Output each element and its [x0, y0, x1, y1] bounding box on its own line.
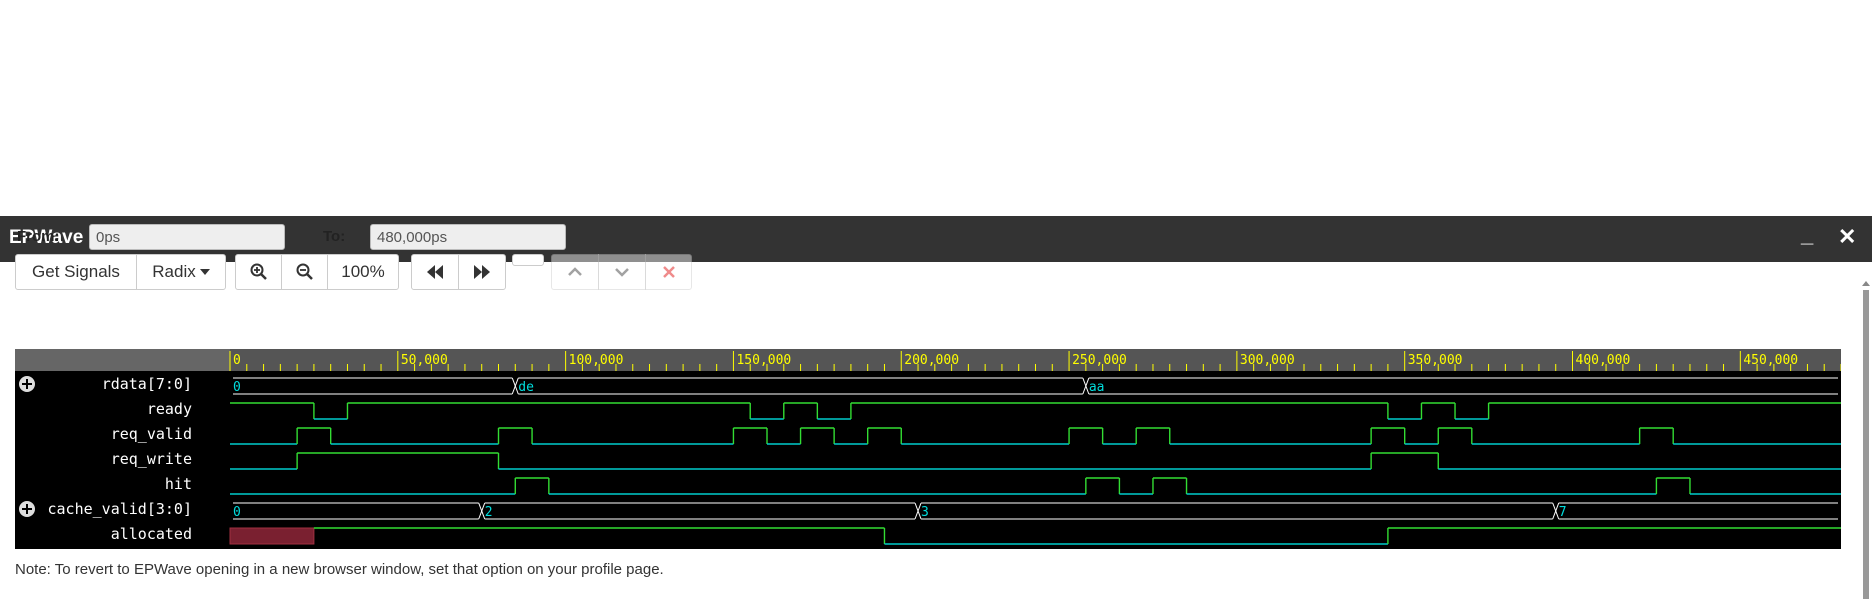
note-text: Note: To revert to EPWave opening in a n… — [15, 561, 664, 578]
scroll-thumb[interactable] — [1863, 290, 1869, 599]
from-field[interactable] — [89, 224, 285, 250]
get-signals-button[interactable]: Get Signals — [15, 254, 137, 290]
delete-icon — [662, 266, 675, 278]
ruler-label: 450,000 — [1743, 353, 1798, 368]
ruler-label: 350,000 — [1408, 353, 1463, 368]
zoom-in-button[interactable] — [235, 254, 282, 290]
bus-value: 3 — [921, 505, 929, 520]
move-up-icon — [568, 267, 582, 276]
bus-value: 2 — [485, 505, 493, 520]
rewind-button[interactable] — [411, 254, 459, 290]
bus-value: aa — [1089, 380, 1105, 395]
waveform-viewer[interactable]: 0 50,000 100,000 150,000 200,000 250,000 300,0… — [15, 349, 1842, 549]
signal-name: req_valid — [111, 425, 192, 443]
rewind-icon — [427, 265, 443, 279]
fast-forward-icon — [474, 265, 490, 279]
bus-value: de — [518, 380, 534, 395]
to-label: To: — [323, 228, 346, 245]
zoom-level-display[interactable]: 100% — [327, 254, 399, 290]
close-button[interactable]: ✕ — [1838, 224, 1856, 250]
bus-value: 0 — [233, 505, 241, 520]
zoom-level: 100% — [341, 262, 385, 281]
ruler-label: 50,000 — [401, 353, 448, 368]
move-down-button[interactable] — [598, 254, 646, 290]
ruler-label: 100,000 — [569, 353, 624, 368]
move-down-icon — [615, 268, 629, 277]
vertical-scrollbar[interactable] — [1860, 272, 1872, 599]
epwave-panel: EPWave _ ✕ From: To: Get Signals Radix 1… — [0, 216, 1872, 599]
signal-name: rdata[7:0] — [102, 375, 192, 393]
radix-label: Radix — [152, 262, 196, 281]
zoom-out-button[interactable] — [281, 254, 328, 290]
caret-down-icon — [199, 269, 210, 275]
waveform-canvas[interactable]: 0 50,000 100,000 150,000 200,000 250,000 300,0… — [15, 349, 1842, 549]
ruler-label: 400,000 — [1576, 353, 1631, 368]
move-up-button[interactable] — [551, 254, 599, 290]
signal-name: ready — [147, 400, 192, 418]
ruler-label: 150,000 — [736, 353, 791, 368]
fast-forward-button[interactable] — [458, 254, 506, 290]
to-field[interactable] — [370, 224, 566, 250]
ruler-label: 300,000 — [1240, 353, 1295, 368]
signal-name: allocated — [111, 525, 192, 543]
bus-value: 0 — [233, 380, 241, 395]
delete-button[interactable] — [645, 254, 692, 290]
ruler-label: 250,000 — [1072, 353, 1127, 368]
signal-name: req_write — [111, 450, 192, 468]
zoom-out-icon — [296, 263, 313, 280]
signal-name: hit — [165, 475, 192, 493]
blank-button[interactable] — [512, 254, 544, 266]
signal-name: cache_valid[3:0] — [48, 500, 193, 518]
bus-value: 7 — [1559, 505, 1567, 520]
ruler-label: 200,000 — [904, 353, 959, 368]
undefined-region — [229, 527, 315, 545]
from-label: From: — [17, 228, 60, 245]
get-signals-label: Get Signals — [32, 262, 120, 281]
scroll-up-icon[interactable] — [1862, 281, 1870, 286]
minimize-button[interactable]: _ — [1801, 222, 1813, 248]
radix-dropdown[interactable]: Radix — [136, 254, 226, 290]
zoom-in-icon — [250, 263, 267, 280]
ruler-label: 0 — [233, 353, 241, 368]
